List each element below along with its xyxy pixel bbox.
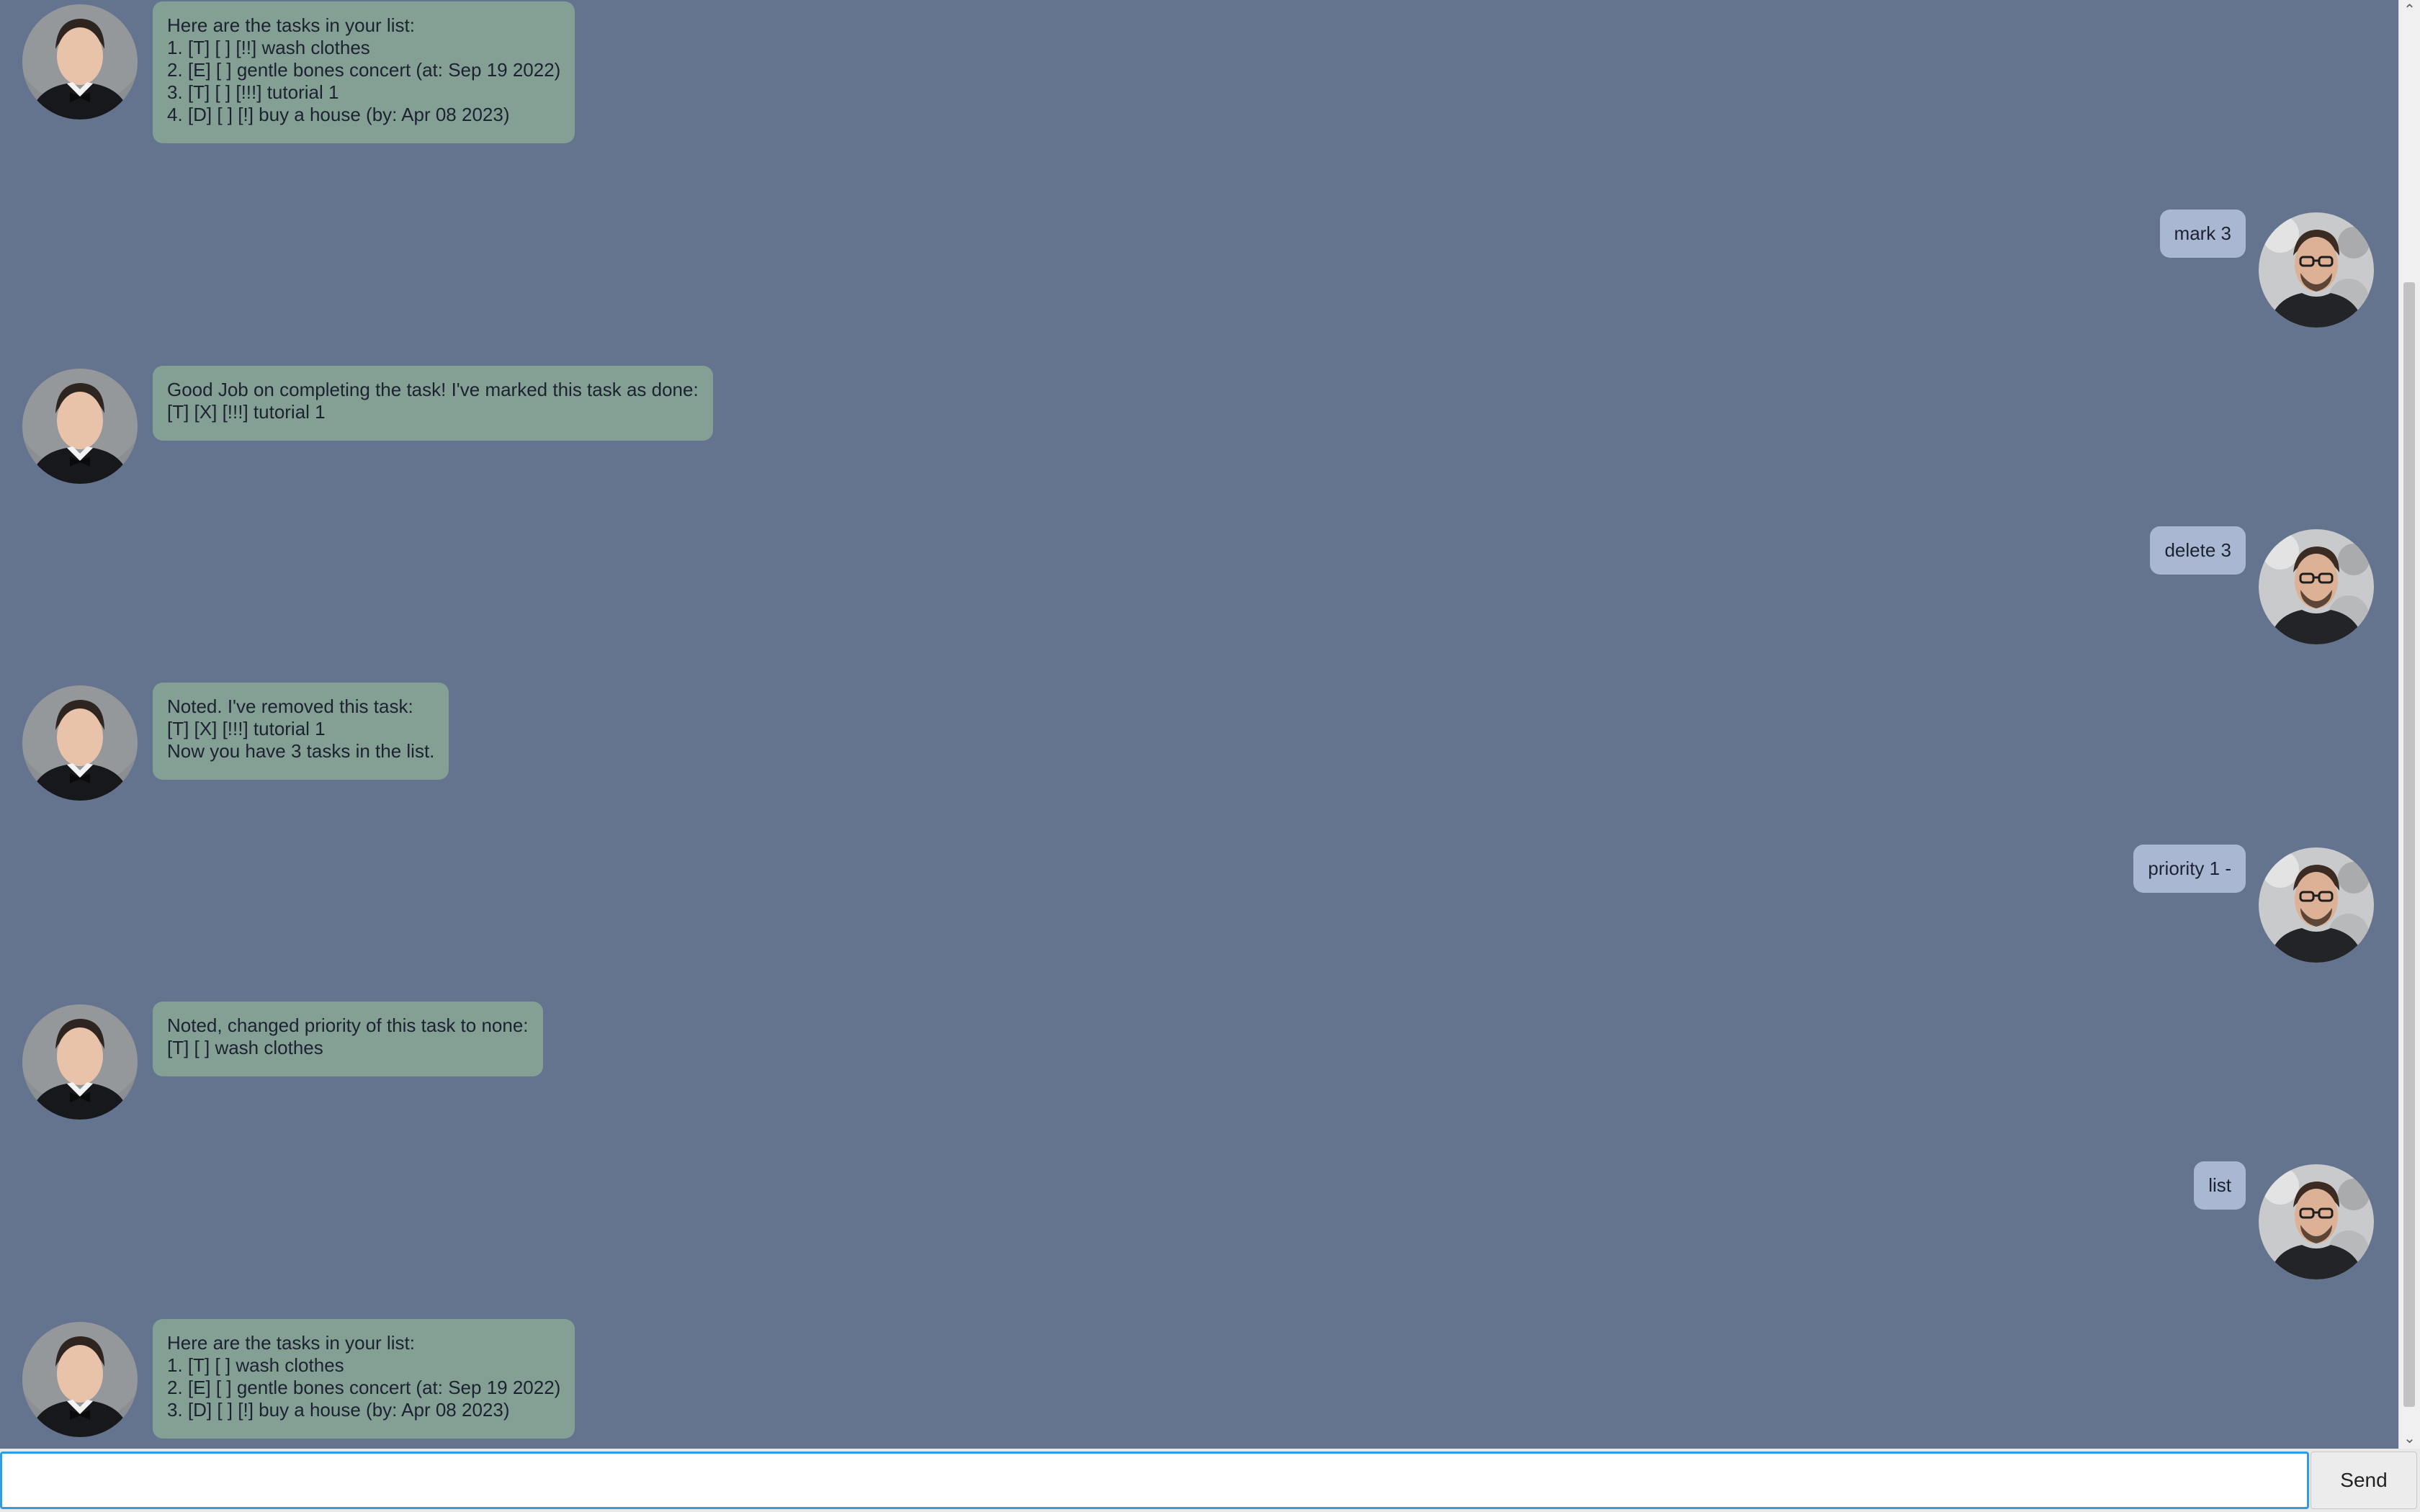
dialog-container: Here are the tasks in your list: 1. [T] … (0, 0, 2398, 1449)
user-message-bubble: priority 1 - (2133, 845, 2246, 893)
send-button[interactable]: Send (2311, 1452, 2417, 1509)
chevron-down-icon[interactable]: ⌄ (2399, 1428, 2420, 1449)
chevron-up-icon[interactable]: ⌃ (2399, 0, 2420, 20)
bot-avatar (22, 4, 138, 120)
bot-message-bubble: Here are the tasks in your list: 1. [T] … (153, 1319, 575, 1439)
bot-message-bubble: Noted, changed priority of this task to … (153, 1002, 543, 1076)
user-avatar (2259, 529, 2374, 644)
user-avatar (2259, 1164, 2374, 1279)
bot-message-bubble: Good Job on completing the task! I've ma… (153, 366, 713, 441)
user-message-bubble: delete 3 (2150, 526, 2246, 575)
user-avatar (2259, 847, 2374, 963)
input-bar: Send (0, 1449, 2420, 1512)
scrollbar-thumb[interactable] (2403, 282, 2415, 1407)
vertical-scrollbar[interactable]: ⌃ ⌄ (2398, 0, 2420, 1449)
user-avatar (2259, 212, 2374, 328)
user-message-bubble: mark 3 (2159, 210, 2246, 258)
bot-avatar (22, 369, 138, 484)
user-message-bubble: list (2194, 1161, 2246, 1210)
bot-avatar (22, 1322, 138, 1437)
bot-message-bubble: Noted. I've removed this task: [T] [X] [… (153, 683, 449, 780)
bot-avatar (22, 1004, 138, 1120)
user-input-field[interactable] (0, 1452, 2309, 1509)
bot-avatar (22, 685, 138, 801)
bot-message-bubble: Here are the tasks in your list: 1. [T] … (153, 1, 575, 143)
